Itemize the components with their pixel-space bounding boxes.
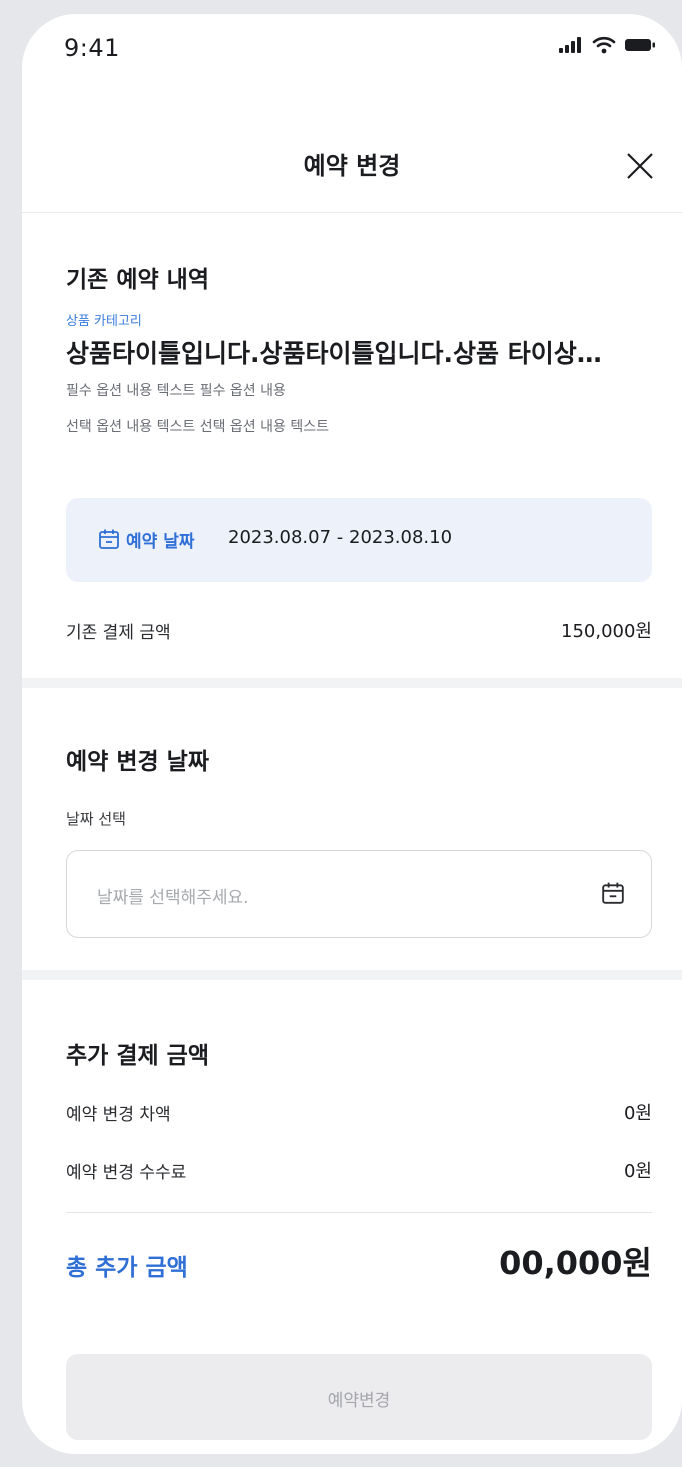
calendar-icon[interactable]	[601, 881, 625, 905]
required-option-text: 필수 옵션 내용 텍스트 필수 옵션 내용	[66, 383, 286, 399]
total-divider	[66, 1212, 652, 1213]
paid-amount-label: 기존 결제 금액	[66, 623, 171, 643]
close-icon[interactable]	[620, 146, 660, 186]
signal-icon	[559, 37, 581, 53]
price-difference-value: 0원	[623, 1103, 652, 1124]
battery-icon	[625, 39, 655, 51]
reservation-date-value: 2023.08.07 - 2023.08.10	[228, 527, 453, 548]
date-select-input[interactable]: 날짜를 선택해주세요.	[66, 850, 652, 938]
status-time: 9:41	[64, 34, 120, 62]
change-reservation-button-label: 예약변경	[327, 1391, 391, 1411]
product-category: 상품 카테고리	[66, 314, 142, 329]
section-divider	[22, 970, 682, 980]
change-date-section-title: 예약 변경 날짜	[66, 749, 209, 775]
product-title: 상품타이틀입니다.상품타이틀입니다.상품 타이상…	[66, 339, 602, 368]
status-icons	[558, 36, 656, 54]
date-select-label: 날짜 선택	[66, 810, 126, 828]
calendar-icon	[99, 529, 119, 549]
paid-amount-value: 150,000원	[561, 621, 652, 642]
section-divider	[22, 678, 682, 688]
total-extra-value: 00,000원	[499, 1244, 652, 1282]
date-select-placeholder: 날짜를 선택해주세요.	[97, 888, 249, 908]
total-extra-label: 총 추가 금액	[66, 1255, 188, 1281]
existing-section-title: 기존 예약 내역	[66, 267, 209, 293]
wifi-icon	[592, 36, 616, 54]
reservation-date-box: 예약 날짜 2023.08.07 - 2023.08.10	[66, 498, 652, 582]
reservation-date-label: 예약 날짜	[126, 532, 195, 552]
optional-option-text: 선택 옵션 내용 텍스트 선택 옵션 내용 텍스트	[66, 419, 329, 435]
status-bar: 9:41	[22, 14, 682, 104]
change-reservation-button[interactable]: 예약변경	[66, 1354, 652, 1440]
phone-screen: 9:41 예약 변경 기존 예약 내역 상품 카테고리 상품타이틀입니다.상품타…	[22, 14, 682, 1454]
change-fee-label: 예약 변경 수수료	[66, 1163, 187, 1183]
price-difference-label: 예약 변경 차액	[66, 1105, 171, 1125]
extra-section-title: 추가 결제 금액	[66, 1043, 209, 1069]
nav-bar: 예약 변경	[22, 124, 682, 213]
change-fee-value: 0원	[623, 1161, 652, 1182]
page-title: 예약 변경	[303, 152, 401, 180]
